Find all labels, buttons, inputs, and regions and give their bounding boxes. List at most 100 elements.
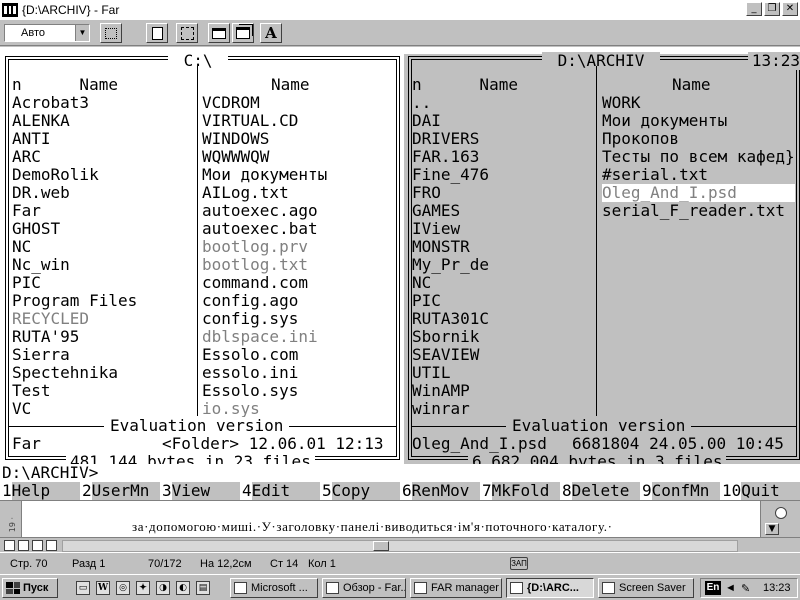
file-list-item[interactable]: #serial.txt: [602, 166, 795, 184]
file-list-item[interactable]: Far: [12, 202, 137, 220]
properties-button[interactable]: [208, 23, 230, 43]
file-list-item[interactable]: WINDOWS: [202, 130, 327, 148]
file-list-item[interactable]: GHOST: [12, 220, 137, 238]
outline-view-icon[interactable]: [46, 540, 57, 551]
speaker-icon[interactable]: ◄: [725, 582, 736, 594]
file-list-item[interactable]: ANTI: [12, 130, 137, 148]
file-list-item[interactable]: RUTA301C: [412, 310, 489, 328]
file-list-item[interactable]: RUTA'95: [12, 328, 137, 346]
file-list-item[interactable]: ..: [412, 94, 489, 112]
function-key-4[interactable]: 4 Edit: [240, 482, 320, 500]
file-list-item[interactable]: GAMES: [412, 202, 489, 220]
chevron-down-icon[interactable]: ▼: [75, 25, 89, 41]
file-list-item[interactable]: Fine_476: [412, 166, 489, 184]
file-list-item[interactable]: FRO: [412, 184, 489, 202]
horizontal-scrollbar[interactable]: [62, 540, 738, 552]
far-app-icon[interactable]: [2, 3, 18, 17]
file-list-item[interactable]: bootlog.prv: [202, 238, 327, 256]
function-key-10[interactable]: 10 Quit: [720, 482, 800, 500]
file-list-item[interactable]: IView: [412, 220, 489, 238]
function-key-8[interactable]: 8 Delete: [560, 482, 640, 500]
file-list-item[interactable]: WORK: [602, 94, 795, 112]
file-list-item[interactable]: Прокопов: [602, 130, 795, 148]
taskbar-task-button[interactable]: Screen Saver: [598, 578, 694, 598]
taskbar-task-button[interactable]: Microsoft ...: [230, 578, 318, 598]
horizontal-scroll-thumb[interactable]: [373, 541, 389, 551]
right-panel-path[interactable]: D:\ARCHIV: [542, 52, 660, 70]
file-list-item[interactable]: DR.web: [12, 184, 137, 202]
file-list-item[interactable]: dblspace.ini: [202, 328, 327, 346]
fullscreen-button[interactable]: [176, 23, 198, 43]
web-view-icon[interactable]: [18, 540, 29, 551]
tray-icon[interactable]: ✎: [741, 582, 750, 595]
right-col2-header[interactable]: Name: [672, 76, 711, 94]
function-key-9[interactable]: 9 ConfMn: [640, 482, 720, 500]
quicklaunch-word-icon[interactable]: W: [96, 581, 110, 595]
file-list-item[interactable]: Spectehnika: [12, 364, 137, 382]
window-title-bar[interactable]: {D:\ARCHIV} - Far _ ❐ ✕: [0, 0, 800, 20]
file-list-item[interactable]: ARC: [12, 148, 137, 166]
file-list-item[interactable]: config.sys: [202, 310, 327, 328]
file-list-item[interactable]: WinAMP: [412, 382, 489, 400]
file-list-item[interactable]: autoexec.bat: [202, 220, 327, 238]
restore-button[interactable]: ❐: [764, 2, 780, 16]
mark-button[interactable]: [100, 23, 122, 43]
file-list-item[interactable]: SEAVIEW: [412, 346, 489, 364]
background-button[interactable]: [232, 23, 254, 43]
file-list-item[interactable]: Essolo.com: [202, 346, 327, 364]
file-list-item[interactable]: Sbornik: [412, 328, 489, 346]
file-list-item[interactable]: Test: [12, 382, 137, 400]
language-indicator[interactable]: En: [705, 581, 721, 595]
right-col1-header[interactable]: n Name: [412, 76, 518, 94]
file-list-item[interactable]: Sierra: [12, 346, 137, 364]
font-size-select[interactable]: Авто ▼: [4, 24, 90, 42]
record-macro-indicator[interactable]: ЗАП: [510, 557, 528, 570]
left-col1-header[interactable]: n Name: [12, 76, 118, 94]
file-list-item[interactable]: Oleg_And_I.psd: [602, 184, 795, 202]
quicklaunch-channel-icon[interactable]: ◐: [176, 581, 190, 595]
file-list-item[interactable]: PIC: [412, 292, 489, 310]
file-list-item[interactable]: ALENKA: [12, 112, 137, 130]
quicklaunch-explorer-icon[interactable]: ✦: [136, 581, 150, 595]
file-list-item[interactable]: bootlog.txt: [202, 256, 327, 274]
file-list-item[interactable]: Тесты по всем кафед}: [602, 148, 795, 166]
file-list-item[interactable]: My_Pr_de: [412, 256, 489, 274]
file-list-item[interactable]: RECYCLED: [12, 310, 137, 328]
file-list-item[interactable]: serial_F_reader.txt: [602, 202, 795, 220]
file-list-item[interactable]: Acrobat3: [12, 94, 137, 112]
taskbar-task-button[interactable]: Обзор - Far...: [322, 578, 406, 598]
command-line[interactable]: D:\ARCHIV>: [0, 464, 800, 482]
function-key-2[interactable]: 2 UserMn: [80, 482, 160, 500]
file-list-item[interactable]: winrar: [412, 400, 489, 418]
file-list-item[interactable]: PIC: [12, 274, 137, 292]
quicklaunch-outlook-icon[interactable]: ◑: [156, 581, 170, 595]
start-button[interactable]: Пуск: [2, 578, 58, 598]
file-list-item[interactable]: autoexec.ago: [202, 202, 327, 220]
far-console[interactable]: C:\ n Name Name Acrobat3 ALENKA ANTI ARC Dem…: [0, 47, 800, 500]
minimize-button[interactable]: _: [746, 2, 762, 16]
function-key-7[interactable]: 7 MkFold: [480, 482, 560, 500]
file-list-item[interactable]: WQWWWQW: [202, 148, 327, 166]
file-list-item[interactable]: Мои документы: [602, 112, 795, 130]
left-panel-path[interactable]: C:\: [168, 52, 229, 70]
file-list-item[interactable]: VIRTUAL.CD: [202, 112, 327, 130]
select-browse-object-icon[interactable]: [775, 507, 787, 519]
file-list-item[interactable]: Essolo.sys: [202, 382, 327, 400]
right-file-panel[interactable]: D:\ARCHIV 13:23 n Name Name .. DAI DRIVERS…: [404, 52, 800, 500]
vertical-scrollbar[interactable]: ▼: [760, 501, 800, 537]
left-file-panel[interactable]: C:\ n Name Name Acrobat3 ALENKA ANTI ARC Dem…: [0, 52, 404, 500]
file-list-item[interactable]: Program Files: [12, 292, 137, 310]
file-list-item[interactable]: config.ago: [202, 292, 327, 310]
function-key-1[interactable]: 1 Help: [0, 482, 80, 500]
file-list-item[interactable]: VCDROM: [202, 94, 327, 112]
font-button[interactable]: A: [260, 23, 282, 43]
close-button[interactable]: ✕: [782, 2, 798, 16]
document-text[interactable]: за·допомогою·миші.·У·заголовку·панелі·ви…: [132, 519, 613, 535]
left-col2-header[interactable]: Name: [271, 76, 310, 94]
scroll-down-icon[interactable]: ▼: [765, 523, 779, 535]
quicklaunch-globe-icon[interactable]: ◎: [116, 581, 130, 595]
function-key-5[interactable]: 5 Copy: [320, 482, 400, 500]
function-key-3[interactable]: 3 View: [160, 482, 240, 500]
file-list-item[interactable]: DRIVERS: [412, 130, 489, 148]
quicklaunch-app-icon[interactable]: ▤: [196, 581, 210, 595]
